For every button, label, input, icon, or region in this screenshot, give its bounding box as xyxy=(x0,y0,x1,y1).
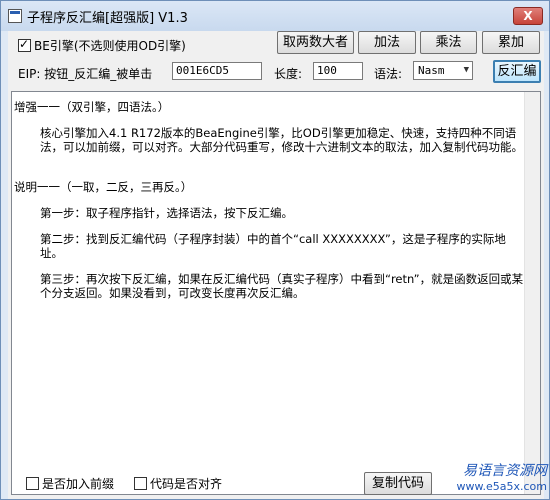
text-line: 第一步：取子程序指针，选择语法，按下反汇编。 xyxy=(40,206,293,220)
output-textarea[interactable]: 增强一一（双引擎，四语法。） 核心引擎加入4.1 R172版本的BeaEngin… xyxy=(11,91,541,495)
accumulate-button[interactable]: 累加 xyxy=(482,31,540,54)
be-engine-label: BE引擎(不选则使用OD引擎) xyxy=(34,39,186,53)
prefix-checkbox[interactable] xyxy=(26,477,39,490)
client-area: BE引擎(不选则使用OD引擎) 取两数大者 加法 乘法 累加 EIP: 按钮_反… xyxy=(8,31,544,499)
take-max-button[interactable]: 取两数大者 xyxy=(277,31,354,54)
text-line: 增强一一（双引擎，四语法。） xyxy=(14,100,170,114)
eip-input[interactable]: 001E6CD5 xyxy=(172,62,262,80)
text-line: 核心引擎加入4.1 R172版本的BeaEngine引擎，比OD引擎更加稳定、快… xyxy=(40,126,523,154)
app-icon xyxy=(8,9,22,23)
output-text: 增强一一（双引擎，四语法。） 核心引擎加入4.1 R172版本的BeaEngin… xyxy=(14,100,526,300)
add-button[interactable]: 加法 xyxy=(358,31,416,54)
syntax-select-value: Nasm xyxy=(418,64,445,77)
eip-label: EIP: 按钮_反汇编_被单击 xyxy=(18,67,153,81)
chevron-down-icon: ▼ xyxy=(463,65,469,75)
multiply-button[interactable]: 乘法 xyxy=(420,31,477,54)
length-label: 长度: xyxy=(274,67,303,81)
length-input[interactable]: 100 xyxy=(313,62,363,80)
app-window: 子程序反汇编[超强版] V1.3 X BE引擎(不选则使用OD引擎) 取两数大者… xyxy=(0,0,550,500)
text-line: 说明一一（一取，二反，三再反。） xyxy=(14,180,193,194)
align-label: 代码是否对齐 xyxy=(150,477,223,491)
vertical-scrollbar[interactable] xyxy=(524,92,540,494)
syntax-select[interactable]: Nasm ▼ xyxy=(413,61,473,80)
be-engine-checkbox[interactable] xyxy=(18,37,31,52)
text-line: 第二步：找到反汇编代码（子程序封装）中的首个“call XXXXXXXX”，这是… xyxy=(40,232,506,260)
disassemble-button[interactable]: 反汇编 xyxy=(493,60,541,83)
watermark-title: 易语言资源网 xyxy=(463,463,547,479)
copy-code-button[interactable]: 复制代码 xyxy=(364,472,432,495)
align-checkbox[interactable] xyxy=(134,477,147,490)
prefix-label: 是否加入前缀 xyxy=(42,477,115,491)
watermark-logo: 易语言资源网 www.e5a5x.com xyxy=(437,463,547,497)
watermark-url: www.e5a5x.com xyxy=(456,480,547,493)
window-title: 子程序反汇编[超强版] V1.3 xyxy=(27,11,188,26)
text-line: 第三步：再次按下反汇编，如果在反汇编代码（真实子程序）中看到“retn”，就是函… xyxy=(40,272,524,300)
close-button[interactable]: X xyxy=(513,7,543,25)
syntax-label: 语法: xyxy=(374,67,403,81)
title-bar[interactable]: 子程序反汇编[超强版] V1.3 X xyxy=(1,1,549,31)
